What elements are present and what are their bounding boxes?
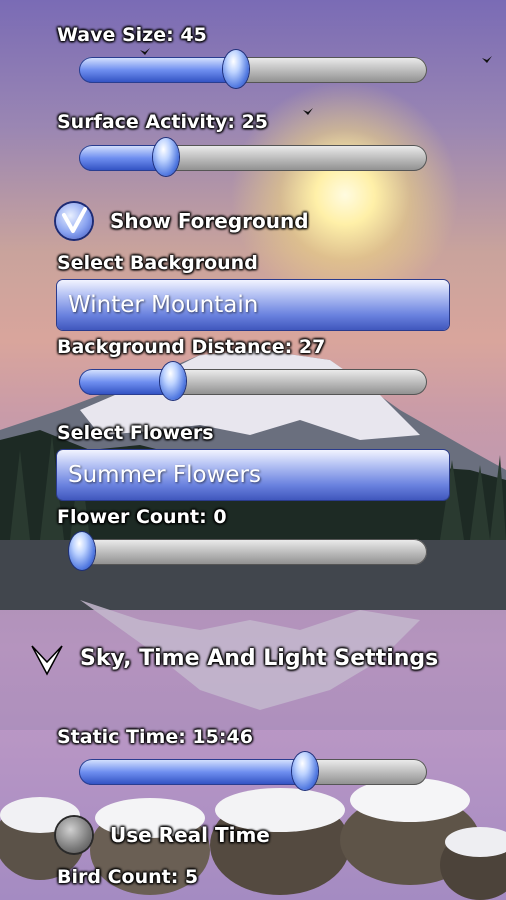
use-real-time-checkbox[interactable] — [56, 817, 92, 853]
bird — [140, 48, 150, 55]
flowers-select[interactable]: Summer Flowers — [57, 450, 449, 500]
surface-activity-label: Surface Activity: 25 — [57, 111, 269, 133]
bird — [303, 108, 313, 115]
background-distance-slider[interactable] — [79, 362, 427, 400]
slider-fill — [79, 57, 236, 83]
select-flowers-label: Select Flowers — [57, 422, 214, 444]
slider-thumb[interactable] — [153, 138, 179, 176]
select-background-label: Select Background — [57, 252, 258, 274]
background-select[interactable]: Winter Mountain — [57, 280, 449, 330]
bird-count-label: Bird Count: 5 — [57, 866, 199, 888]
slider-track — [79, 539, 427, 565]
bird — [482, 56, 492, 63]
background-distance-label: Background Distance: 27 — [57, 336, 326, 358]
slider-thumb[interactable] — [292, 752, 319, 790]
show-foreground-checkbox[interactable] — [56, 203, 92, 239]
show-foreground-label: Show Foreground — [110, 209, 309, 233]
use-real-time-label: Use Real Time — [110, 823, 270, 847]
flower-count-slider[interactable] — [69, 532, 427, 570]
slider-thumb[interactable] — [159, 362, 186, 400]
chevron-down-icon — [31, 645, 63, 676]
checkmark-icon — [62, 207, 87, 233]
static-time-slider[interactable] — [79, 752, 427, 790]
static-time-label: Static Time: 15:46 — [57, 726, 253, 748]
wave-size-slider[interactable] — [79, 50, 427, 88]
section-title: Sky, Time And Light Settings — [80, 646, 439, 671]
flower-count-label: Flower Count: 0 — [57, 506, 227, 528]
lake-reflection — [0, 540, 506, 730]
slider-fill — [79, 369, 173, 395]
wave-size-label: Wave Size: 45 — [57, 24, 207, 46]
slider-fill — [79, 759, 306, 785]
slider-thumb[interactable] — [222, 50, 249, 88]
surface-activity-slider[interactable] — [79, 138, 427, 176]
